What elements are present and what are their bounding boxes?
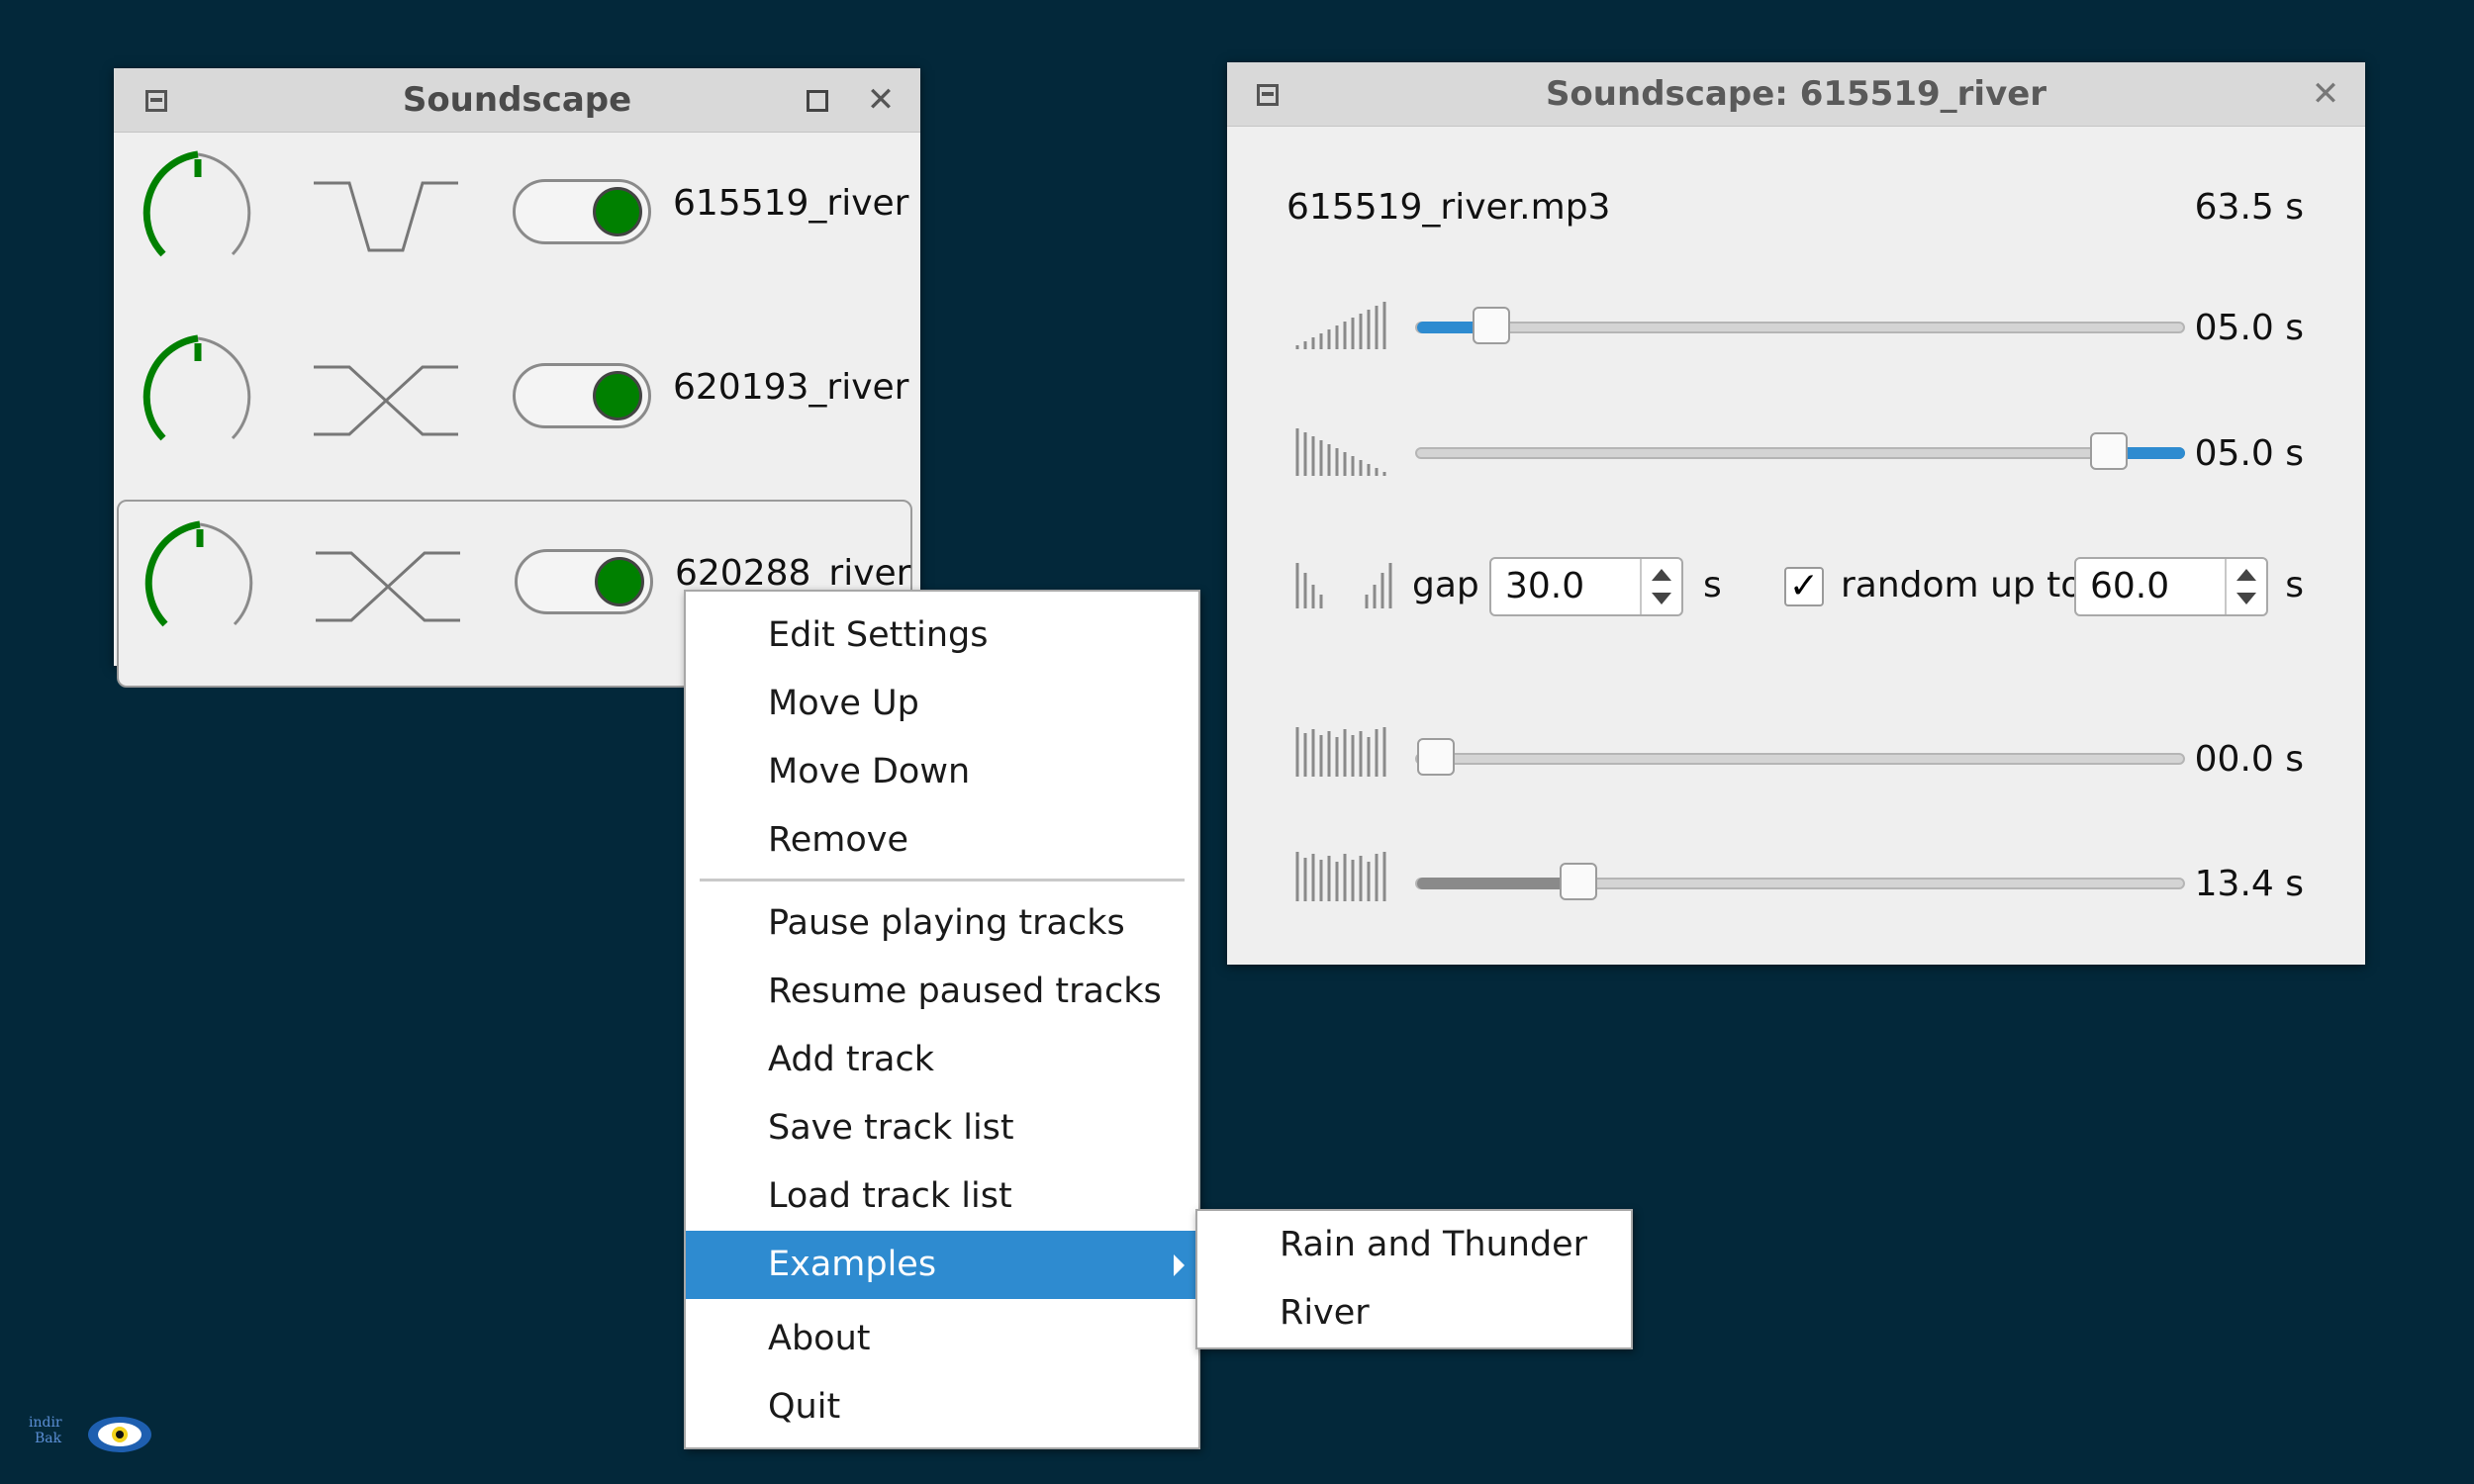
menu-item-edit-settings[interactable]: Edit Settings xyxy=(686,602,1198,670)
menu-item-resume-paused-tracks[interactable]: Resume paused tracks xyxy=(686,958,1198,1026)
submenu-item-rain-and-thunder[interactable]: Rain and Thunder xyxy=(1197,1211,1631,1279)
gap-label: gap xyxy=(1412,565,1479,605)
main-window-title: Soundscape xyxy=(402,80,632,120)
gap-unit: s xyxy=(1703,565,1722,605)
random-spin-buttons[interactable] xyxy=(2225,559,2266,614)
start-offset-value: 00.0 s xyxy=(2194,739,2304,780)
menu-item-add-track[interactable]: Add track xyxy=(686,1026,1198,1094)
fade-in-out-curve-icon[interactable] xyxy=(312,171,460,260)
random-value: 60.0 xyxy=(2090,566,2170,606)
random-spinbox[interactable]: 60.0 xyxy=(2074,557,2268,616)
submenu-arrow-icon xyxy=(1174,1254,1185,1276)
track-name: 620193_river xyxy=(673,367,909,408)
random-checkbox[interactable]: ✓ xyxy=(1784,567,1824,606)
track-enable-toggle[interactable] xyxy=(513,179,651,244)
slider-fill xyxy=(1417,878,1579,889)
spin-up-icon[interactable] xyxy=(1652,569,1671,581)
start-offset-icon xyxy=(1295,727,1386,777)
toggle-knob xyxy=(593,371,642,420)
track-row[interactable]: 615519_river xyxy=(114,132,917,316)
maximize-icon[interactable] xyxy=(807,90,828,112)
settings-titlebar: Soundscape: 615519_river ✕ xyxy=(1227,62,2365,127)
toggle-knob xyxy=(595,557,644,606)
track-name: 620288_river xyxy=(675,553,911,594)
main-titlebar: Soundscape ✕ xyxy=(114,68,920,133)
menu-item-load-track-list[interactable]: Load track list xyxy=(686,1162,1198,1231)
crossfade-curve-icon[interactable] xyxy=(314,541,462,630)
play-length-icon xyxy=(1295,852,1386,901)
file-name: 615519_river.mp3 xyxy=(1286,187,1611,228)
file-duration: 63.5 s xyxy=(2194,187,2304,228)
volume-knob[interactable] xyxy=(134,149,262,278)
fade-out-value: 05.0 s xyxy=(2194,433,2304,474)
track-enable-toggle[interactable] xyxy=(513,363,651,428)
track-settings-window: Soundscape: 615519_river ✕ 615519_river.… xyxy=(1227,62,2365,965)
volume-knob[interactable] xyxy=(134,333,262,462)
menu-item-save-track-list[interactable]: Save track list xyxy=(686,1094,1198,1162)
menu-item-quit[interactable]: Quit xyxy=(686,1373,1198,1441)
indirbak-logo-icon: indir Bak xyxy=(29,1415,151,1452)
fade-in-slider[interactable] xyxy=(1415,307,2185,344)
menu-item-move-down[interactable]: Move Down xyxy=(686,738,1198,806)
context-menu: Edit Settings Move Up Move Down Remove P… xyxy=(684,590,1200,1449)
gap-spin-buttons[interactable] xyxy=(1640,559,1681,614)
track-name: 615519_river xyxy=(673,183,909,224)
fade-out-icon xyxy=(1295,428,1386,476)
menu-item-move-up[interactable]: Move Up xyxy=(686,670,1198,738)
volume-knob[interactable] xyxy=(136,519,264,648)
submenu-item-river[interactable]: River xyxy=(1197,1279,1631,1347)
spin-down-icon[interactable] xyxy=(2236,593,2256,604)
crossfade-curve-icon[interactable] xyxy=(312,355,460,444)
menu-item-pause-playing-tracks[interactable]: Pause playing tracks xyxy=(686,889,1198,958)
menu-item-examples[interactable]: Examples xyxy=(686,1231,1198,1299)
close-icon[interactable]: ✕ xyxy=(856,68,905,132)
toggle-knob xyxy=(593,187,642,236)
random-label: random up to xyxy=(1841,565,2083,605)
track-row[interactable]: 620193_river xyxy=(114,316,917,500)
track-enable-toggle[interactable] xyxy=(515,549,653,614)
settings-window-title: Soundscape: 615519_river xyxy=(1545,74,2047,114)
slider-handle[interactable] xyxy=(2089,432,2128,470)
menu-item-examples-label: Examples xyxy=(768,1245,937,1284)
close-icon[interactable]: ✕ xyxy=(2301,62,2350,126)
slider-handle[interactable] xyxy=(1560,863,1598,900)
random-unit: s xyxy=(2285,565,2304,605)
gap-icon xyxy=(1295,563,1392,608)
svg-text:indir: indir xyxy=(29,1415,62,1431)
play-length-slider[interactable] xyxy=(1415,863,2185,900)
spin-up-icon[interactable] xyxy=(2236,569,2256,581)
soundscape-main-window: Soundscape ✕ 615519_river 620193_river 6… xyxy=(114,68,920,688)
slider-handle[interactable] xyxy=(1417,738,1455,776)
slider-handle[interactable] xyxy=(1473,307,1511,344)
gap-value: 30.0 xyxy=(1505,566,1585,606)
menu-item-about[interactable]: About xyxy=(686,1305,1198,1373)
start-offset-slider[interactable] xyxy=(1415,738,2185,776)
fade-out-slider[interactable] xyxy=(1415,432,2185,470)
menu-separator xyxy=(700,879,1185,881)
fade-in-icon xyxy=(1295,302,1386,349)
examples-submenu: Rain and Thunder River xyxy=(1195,1209,1633,1349)
spin-down-icon[interactable] xyxy=(1652,593,1671,604)
fade-in-value: 05.0 s xyxy=(2194,308,2304,348)
gap-spinbox[interactable]: 30.0 xyxy=(1489,557,1683,616)
menu-item-remove[interactable]: Remove xyxy=(686,806,1198,875)
play-length-value: 13.4 s xyxy=(2194,864,2304,904)
svg-text:Bak: Bak xyxy=(35,1431,62,1446)
